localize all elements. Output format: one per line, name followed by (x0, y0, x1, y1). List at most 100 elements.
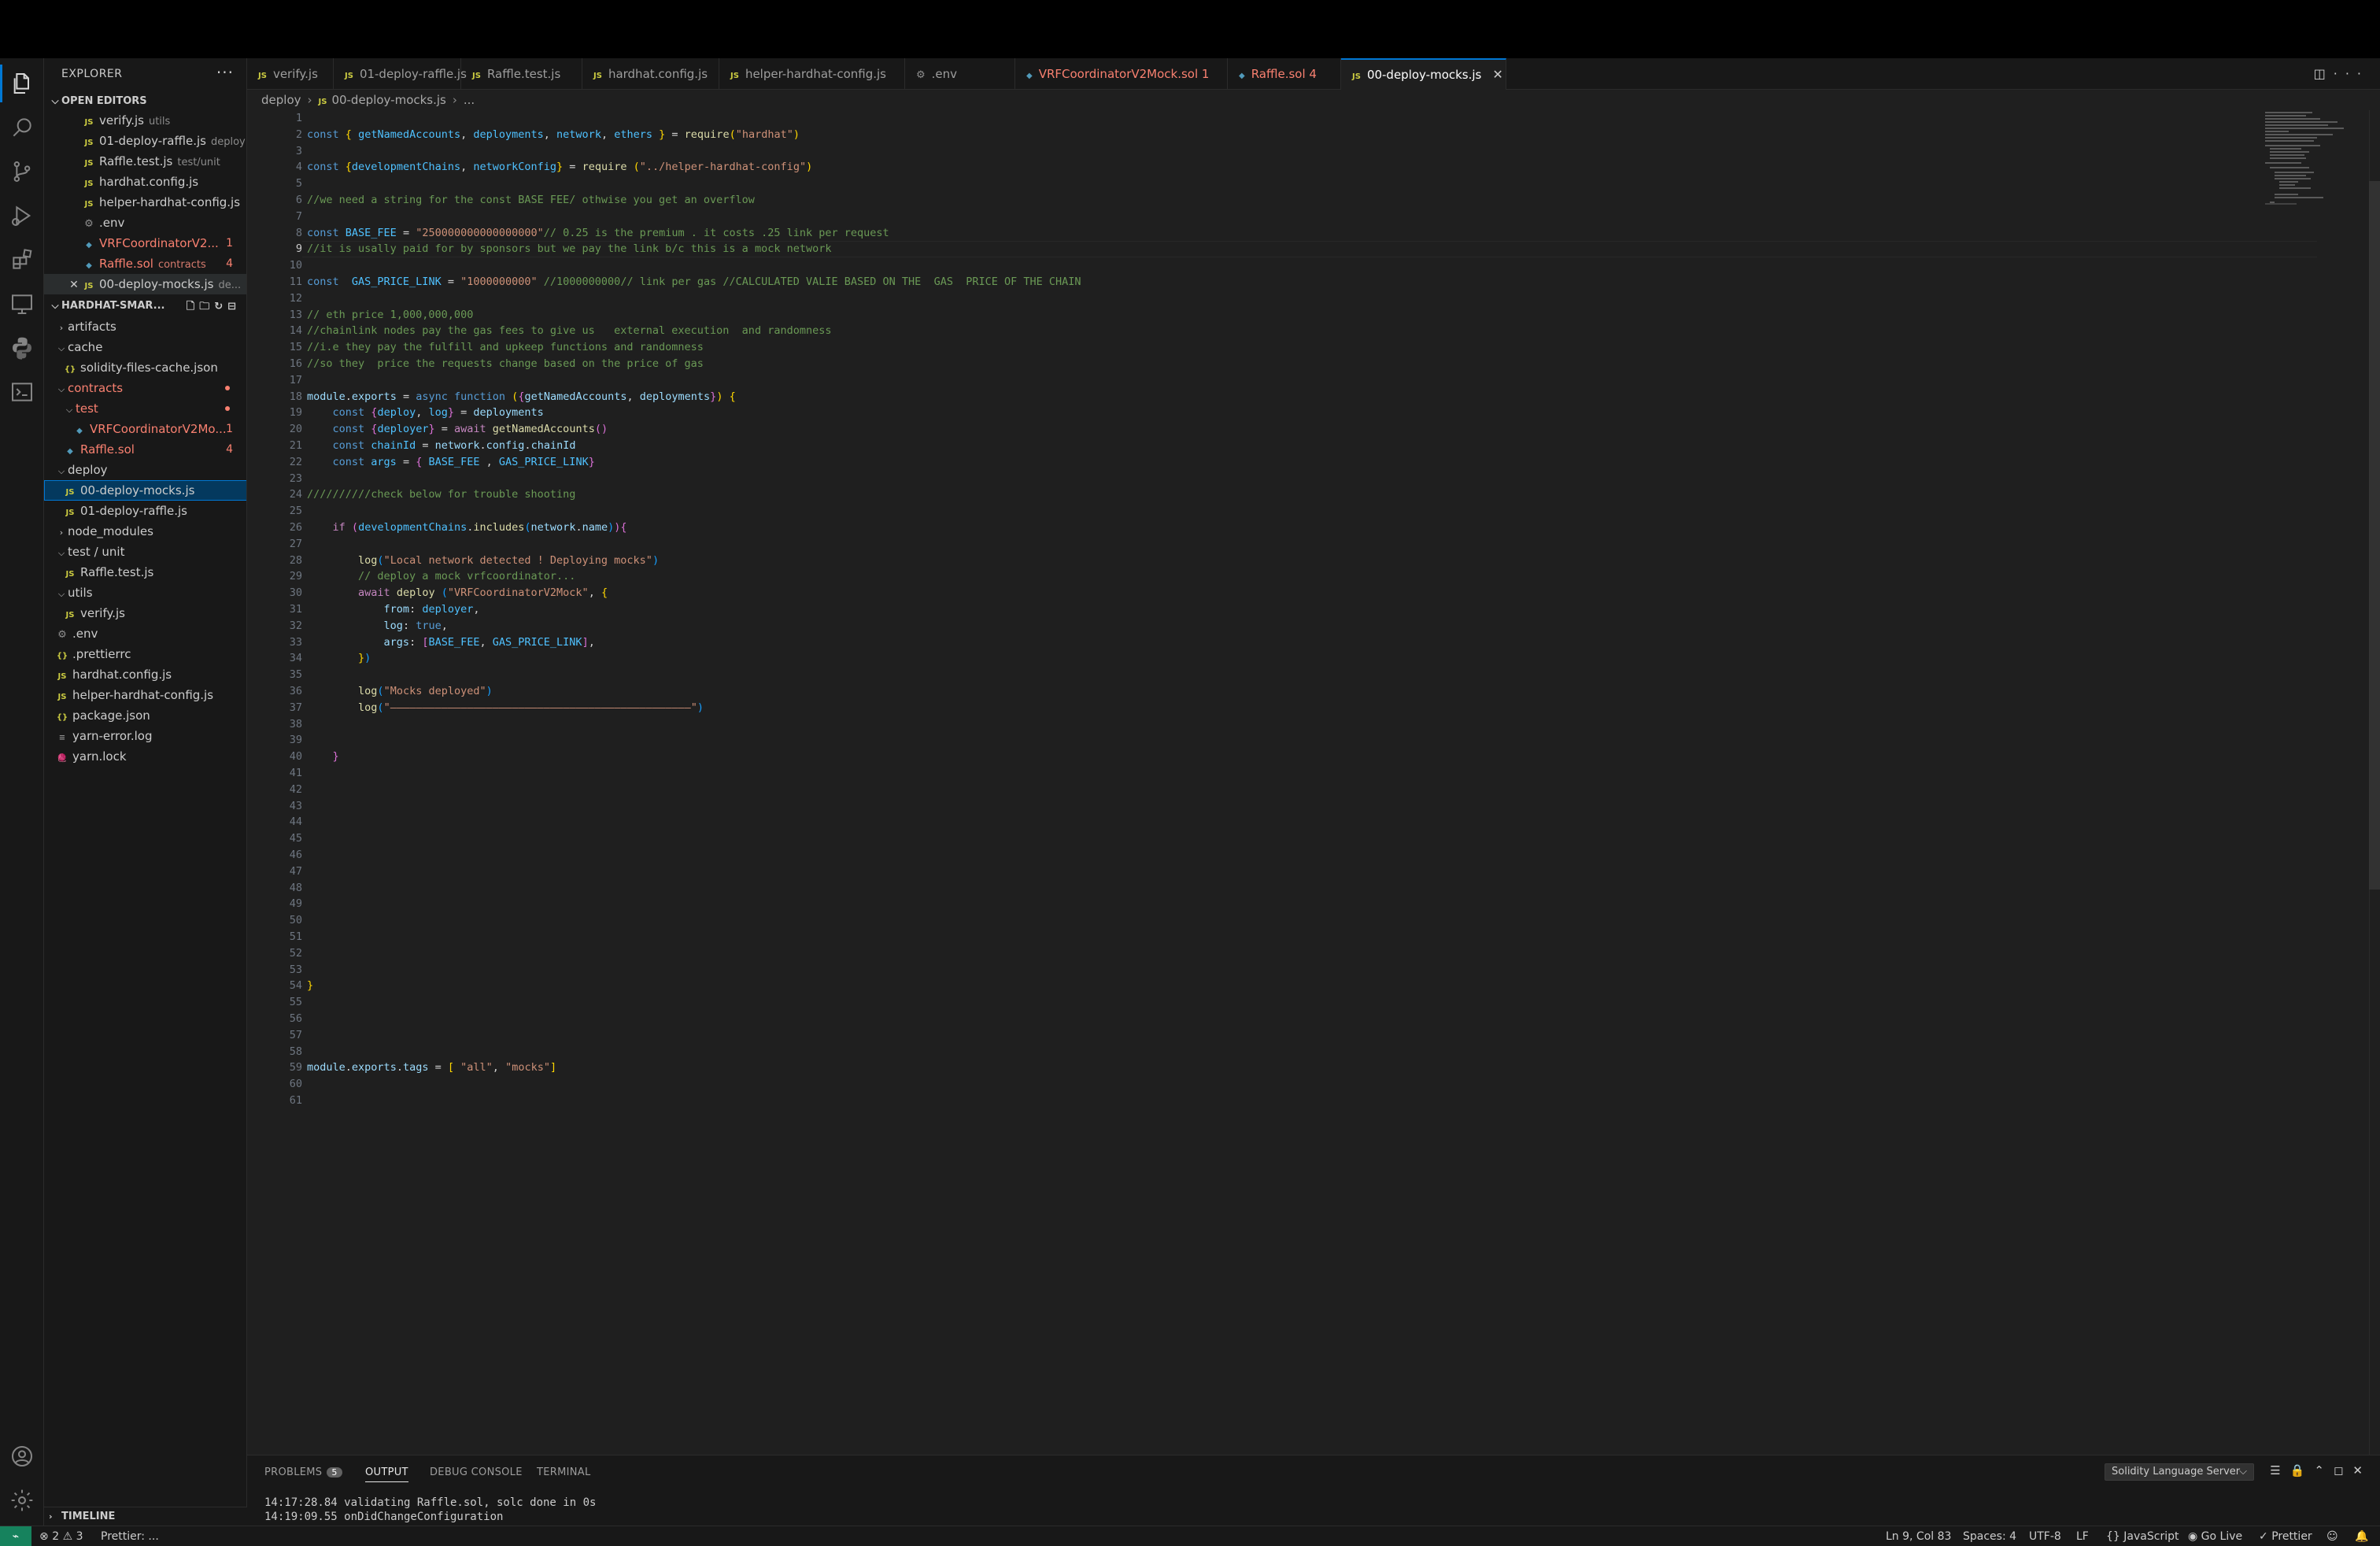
tree-file[interactable]: ≡ yarn-error.log (44, 726, 246, 746)
close-icon[interactable]: ✕ (66, 275, 82, 294)
tab-output[interactable]: OUTPUT (365, 1466, 408, 1482)
vertical-scrollbar[interactable] (2369, 110, 2380, 1455)
prettier-status-left[interactable]: Prettier: ... (101, 1526, 159, 1546)
tab-env[interactable]: ⚙ .env (905, 58, 1015, 90)
scrollbar-thumb[interactable] (2369, 181, 2380, 890)
tree-file[interactable]: JS 01-deploy-raffle.js (44, 501, 246, 521)
tree-folder[interactable]: ⌵ utils (44, 583, 246, 603)
tab-vrf-coordinator[interactable]: ◆ VRFCoordinatorV2Mock.sol 1 (1015, 58, 1228, 90)
line-number: 10 (289, 259, 302, 272)
tab-helper-hardhat-config[interactable]: JS helper-hardhat-config.js (719, 58, 905, 90)
problems-status[interactable]: ⊗ 2 ⚠ 3 (39, 1526, 83, 1546)
remote-explorer-icon[interactable] (9, 291, 35, 316)
tree-file[interactable]: {} .prettierrc (44, 644, 246, 664)
minimap[interactable] (2262, 110, 2349, 236)
tree-file[interactable]: JS verify.js (44, 603, 246, 623)
lock-icon[interactable]: 🔒 (2290, 1463, 2315, 1478)
cursor-position[interactable]: Ln 9, Col 83 (1886, 1526, 1951, 1546)
tree-folder[interactable]: ⌵ cache (44, 337, 246, 357)
tab-raffle-sol[interactable]: ◆ Raffle.sol 4 (1228, 58, 1341, 90)
tree-file[interactable]: ⚙ .env (44, 623, 246, 644)
tab-terminal[interactable]: TERMINAL (537, 1466, 591, 1478)
terminal-view-icon[interactable] (9, 379, 35, 405)
line-number: 61 (289, 1094, 302, 1107)
source-control-icon[interactable] (9, 159, 35, 184)
filter-icon[interactable]: ☰ (2270, 1463, 2289, 1478)
tree-file[interactable]: ◆ Raffle.sol 4 (44, 439, 246, 460)
explorer-tools[interactable]: 🗋🗀↻⊟ (187, 298, 241, 316)
python-icon[interactable] (9, 335, 35, 361)
more-actions-icon[interactable]: ··· (216, 63, 234, 82)
open-editor-item[interactable]: JS helper-hardhat-config.js (44, 192, 246, 213)
braces-icon: {} (2106, 1530, 2120, 1543)
open-editor-item[interactable]: JS Raffle.test.js test/unit (44, 151, 246, 172)
close-icon[interactable]: ✕ (2352, 1463, 2372, 1478)
breadcrumb-file[interactable]: 00-deploy-mocks.js (331, 93, 445, 107)
problems-count-badge: 5 (327, 1467, 342, 1478)
close-icon[interactable]: ✕ (1492, 67, 1502, 82)
end-of-line[interactable]: LF (2076, 1526, 2089, 1546)
tree-folder[interactable]: ⌵ test / unit (44, 542, 246, 562)
tab-00-deploy-mocks[interactable]: JS 00-deploy-mocks.js ✕ (1341, 58, 1506, 90)
notifications-bell-icon[interactable]: 🔔 (2355, 1526, 2368, 1546)
tree-file-selected[interactable]: JS 00-deploy-mocks.js (44, 480, 246, 501)
tree-folder[interactable]: › artifacts (44, 316, 246, 337)
tree-folder[interactable]: ⌵ deploy (44, 460, 246, 480)
feedback-icon[interactable]: ☺ (2326, 1526, 2338, 1546)
tab-hardhat-config[interactable]: JS hardhat.config.js (582, 58, 719, 90)
open-editor-item[interactable]: JS 01-deploy-raffle.js deploy (44, 131, 246, 151)
tree-file[interactable]: ◆ VRFCoordinatorV2Mo... 1 (44, 419, 246, 439)
go-live-button[interactable]: ◉ Go Live (2188, 1526, 2242, 1546)
js-file-icon: JS (1352, 72, 1361, 81)
run-debug-icon[interactable] (9, 203, 35, 228)
editor-actions[interactable]: ◫··· (2314, 66, 2369, 81)
tab-01-deploy-raffle[interactable]: JS 01-deploy-raffle.js (334, 58, 467, 90)
tab-verify[interactable]: JS verify.js (247, 58, 334, 90)
tree-folder[interactable]: ⌵ contracts (44, 378, 246, 398)
remote-indicator-icon[interactable]: ⌁ (0, 1526, 31, 1546)
language-mode[interactable]: {} JavaScript (2106, 1526, 2179, 1546)
open-editors-header[interactable]: ⌵ OPEN EDITORS (44, 91, 246, 110)
timeline-header[interactable]: › TIMELINE (44, 1507, 247, 1526)
extensions-icon[interactable] (9, 247, 35, 272)
restore-icon[interactable]: ◻ (2334, 1463, 2352, 1478)
split-editor-icon[interactable]: ◫ (2314, 66, 2334, 81)
tree-folder[interactable]: › node_modules (44, 521, 246, 542)
line-number: 6 (295, 194, 302, 206)
line-number: 29 (289, 570, 302, 583)
indentation[interactable]: Spaces: 4 (1963, 1526, 2016, 1546)
more-actions-icon[interactable]: ··· (2334, 66, 2369, 81)
tree-file[interactable]: JS helper-hardhat-config.js (44, 685, 246, 705)
explorer-icon[interactable] (9, 71, 35, 96)
tab-problems[interactable]: PROBLEMS 5 (264, 1466, 342, 1478)
output-channel-select[interactable]: Solidity Language Server ⌵ (2105, 1463, 2254, 1481)
tree-file[interactable]: JS Raffle.test.js (44, 562, 246, 583)
tree-file[interactable]: {} solidity-files-cache.json (44, 357, 246, 378)
prettier-status[interactable]: ✓ Prettier (2259, 1526, 2312, 1546)
panel-actions[interactable]: ☰🔒⌃◻✕ (2270, 1463, 2372, 1478)
manage-gear-icon[interactable] (9, 1488, 35, 1513)
open-editor-item-active[interactable]: ✕ JS 00-deploy-mocks.js de... (44, 274, 246, 294)
tree-file[interactable]: JS hardhat.config.js (44, 664, 246, 685)
tab-debug-console[interactable]: DEBUG CONSOLE (430, 1466, 523, 1478)
breadcrumb-symbol[interactable]: ... (464, 93, 475, 107)
account-icon[interactable] (9, 1444, 35, 1469)
tree-file[interactable]: {} package.json (44, 705, 246, 726)
line-number: 33 (289, 635, 302, 649)
encoding[interactable]: UTF-8 (2029, 1526, 2061, 1546)
search-icon[interactable] (9, 115, 35, 140)
tree-folder[interactable]: ⌵ test (44, 398, 246, 419)
chevron-right-icon: › (59, 323, 64, 333)
open-editor-item[interactable]: ◆ VRFCoordinatorV2... 1 (44, 233, 246, 253)
open-editor-item[interactable]: JS verify.js utils (44, 110, 246, 131)
code-editor[interactable]: 1 2 3 4 5 6 7 8 9 10 11 12 13 14 15 16 17 18 19 20 21 22 23 24 2… (247, 110, 2380, 1455)
tree-file[interactable]: 🧶 yarn.lock (44, 746, 246, 767)
project-folder-header[interactable]: ⌵ HARDHAT-SMAR... 🗋🗀↻⊟ (44, 296, 246, 316)
open-editor-item[interactable]: JS hardhat.config.js (44, 172, 246, 192)
tab-raffle-test[interactable]: JS Raffle.test.js (461, 58, 582, 90)
maximize-icon[interactable]: ⌃ (2314, 1463, 2334, 1478)
open-editor-item[interactable]: ◆ Raffle.sol contracts 4 (44, 253, 246, 274)
chevron-down-icon: ⌵ (51, 95, 59, 106)
breadcrumb-folder[interactable]: deploy (261, 93, 301, 107)
open-editor-item[interactable]: ⚙ .env (44, 213, 246, 233)
